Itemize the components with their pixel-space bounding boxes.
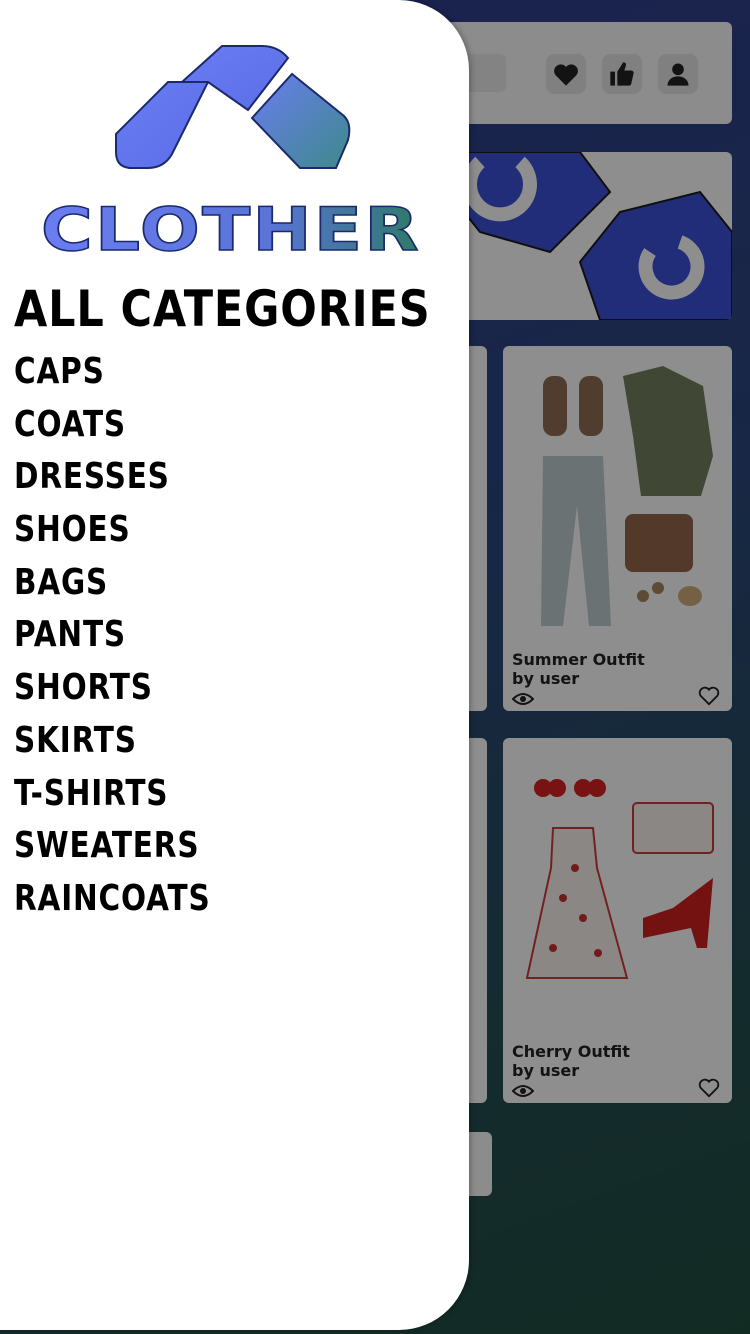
category-item-shorts[interactable]: SHORTS xyxy=(14,662,211,715)
category-item-dresses[interactable]: DRESSES xyxy=(14,451,211,504)
drawer-heading: ALL CATEGORIES xyxy=(14,280,431,338)
brand-logo: CLOTHER xyxy=(40,202,421,258)
category-item-sweaters[interactable]: SWEATERS xyxy=(14,820,211,873)
category-item-caps[interactable]: CAPS xyxy=(14,346,211,399)
category-item-coats[interactable]: COATS xyxy=(14,399,211,452)
logo-icon xyxy=(115,45,351,169)
category-item-bags[interactable]: BAGS xyxy=(14,557,211,610)
category-list: CAPS COATS DRESSES SHOES BAGS PANTS SHOR… xyxy=(14,346,254,926)
category-item-pants[interactable]: PANTS xyxy=(14,609,211,662)
category-item-shoes[interactable]: SHOES xyxy=(14,504,211,557)
brand-name: CLOTHER xyxy=(41,202,421,258)
category-item-raincoats[interactable]: RAINCOATS xyxy=(14,873,211,926)
category-item-skirts[interactable]: SKIRTS xyxy=(14,715,211,768)
category-drawer: CLOTHER ALL CATEGORIES CAPS COATS DRESSE… xyxy=(0,0,469,1330)
category-item-t-shirts[interactable]: T-SHIRTS xyxy=(14,768,211,821)
